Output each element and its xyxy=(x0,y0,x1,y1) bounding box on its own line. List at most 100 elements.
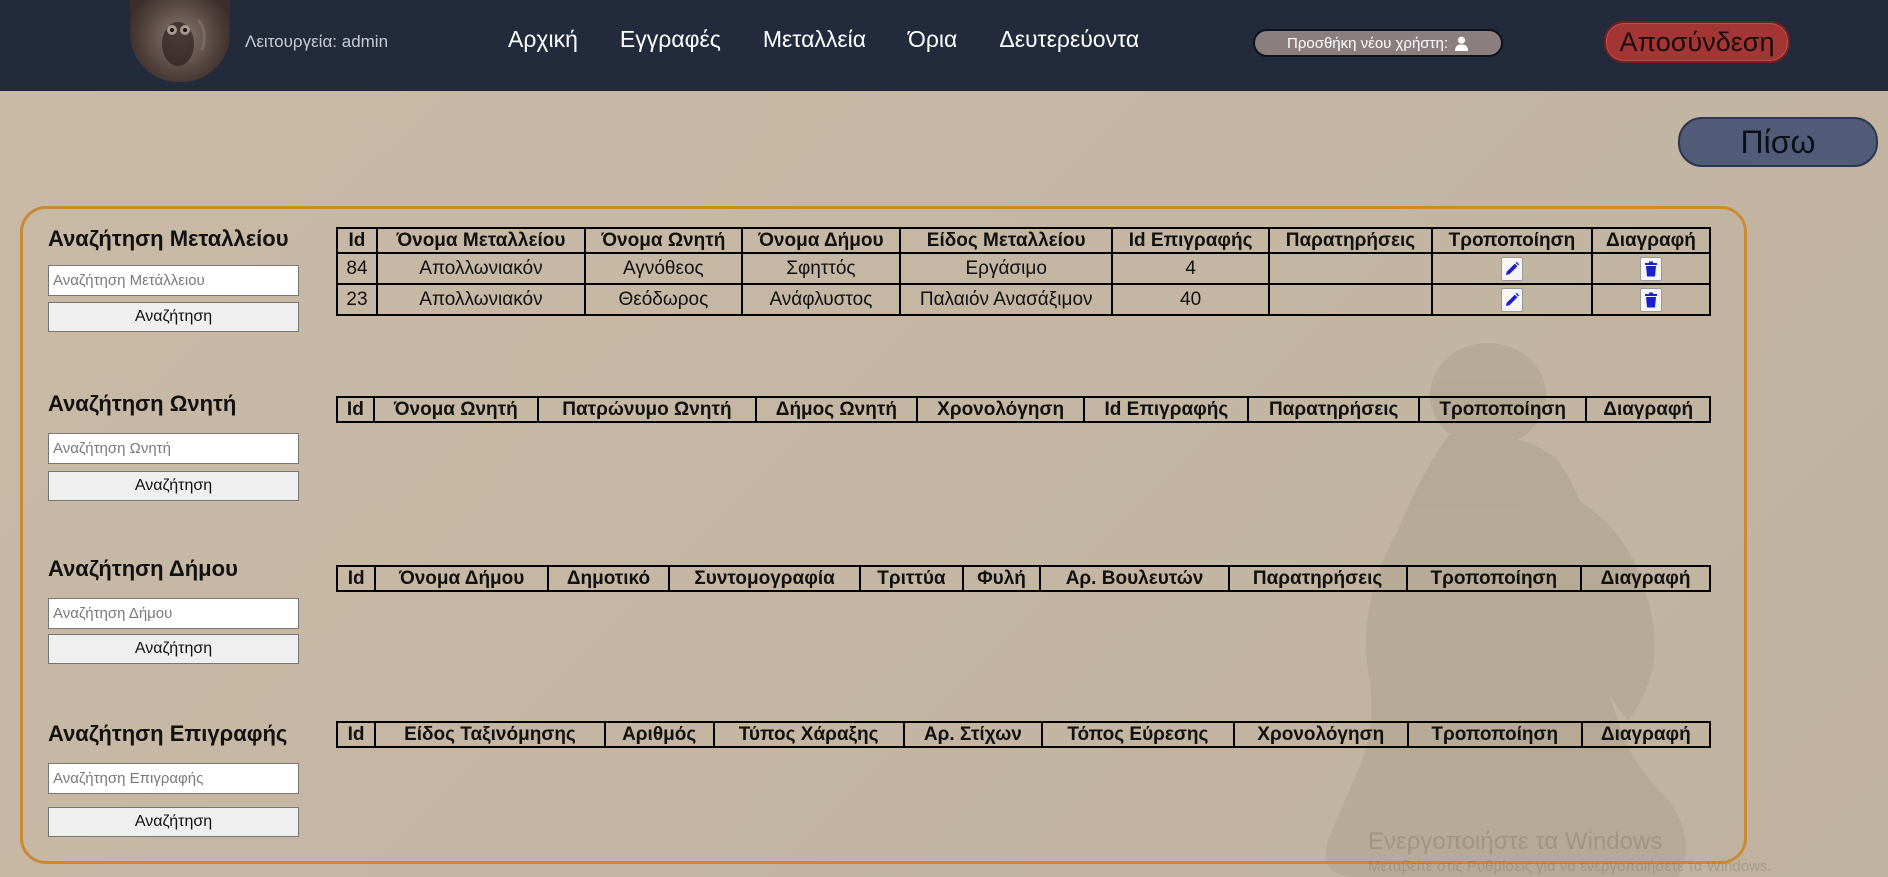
col-deme-name: Όνομα Δήμου xyxy=(740,227,902,254)
col-notes: Παρατηρήσεις xyxy=(1247,396,1421,423)
logout-button[interactable]: Αποσύνδεση xyxy=(1604,21,1790,63)
col-dating: Χρονολόγηση xyxy=(915,396,1086,423)
delete-button[interactable] xyxy=(1639,287,1662,312)
col-mine-type: Είδος Μεταλλείου xyxy=(899,227,1114,254)
nav-home[interactable]: Αρχική xyxy=(508,26,578,53)
col-councillors: Αρ. Βουλευτών xyxy=(1039,565,1230,592)
cell-buyer-name: Αγνόθεος xyxy=(583,252,743,285)
cell-mine-name: Απολλωνιακόν xyxy=(375,252,586,285)
inscriptions-table-header: Id Είδος Ταξινόμησης Αριθμός Τύπος Χάραξ… xyxy=(335,721,1712,748)
main-nav: Αρχική Εγγραφές Μεταλλεία Όρια Δευτερεύο… xyxy=(508,26,1181,53)
inscription-search-section: Αναζήτηση Επιγραφής Αναζήτηση xyxy=(48,721,299,837)
col-inscription-id: Id Επιγραφής xyxy=(1083,396,1250,423)
col-edit: Τροποποίηση xyxy=(1405,565,1583,592)
col-delete: Διαγραφή xyxy=(1585,396,1711,423)
col-dating: Χρονολόγηση xyxy=(1232,721,1409,748)
col-classification: Είδος Ταξινόμησης xyxy=(374,721,606,748)
inscription-search-title: Αναζήτηση Επιγραφής xyxy=(48,721,288,746)
col-delete: Διαγραφή xyxy=(1590,227,1712,254)
owl-icon xyxy=(162,18,206,66)
col-edit: Τροποποίηση xyxy=(1418,396,1588,423)
cell-id: 84 xyxy=(336,252,378,285)
cell-edit xyxy=(1431,252,1593,285)
mine-search-button[interactable]: Αναζήτηση xyxy=(48,302,299,332)
trash-icon xyxy=(1644,261,1657,276)
col-id: Id xyxy=(335,565,377,592)
col-id: Id xyxy=(335,721,377,748)
col-buyer-name: Όνομα Ωνητή xyxy=(583,227,743,254)
pencil-icon xyxy=(1505,261,1520,275)
pencil-icon xyxy=(1505,292,1520,306)
deme-search-title: Αναζήτηση Δήμου xyxy=(48,556,238,581)
back-button[interactable]: Πίσω xyxy=(1678,117,1878,167)
col-edit: Τροποποίηση xyxy=(1431,227,1593,254)
col-engraving-type: Τύπος Χάραξης xyxy=(712,721,905,748)
col-verses: Αρ. Στίχων xyxy=(902,721,1044,748)
buyer-search-input[interactable] xyxy=(48,433,299,464)
mine-search-title: Αναζήτηση Μεταλλείου xyxy=(48,226,289,251)
buyers-table-header: Id Όνομα Ωνητή Πατρώνυμο Ωνητή Δήμος Ωνη… xyxy=(336,396,1711,423)
cell-notes xyxy=(1267,283,1434,316)
mines-table: Id Όνομα Μεταλλείου Όνομα Ωνητή Όνομα Δή… xyxy=(336,227,1712,316)
col-demotic: Δημοτικό xyxy=(547,565,670,592)
cell-id: 23 xyxy=(336,283,378,316)
cell-buyer-name: Θεόδωρος xyxy=(583,283,743,316)
mine-search-input[interactable] xyxy=(48,265,299,296)
deme-search-button[interactable]: Αναζήτηση xyxy=(48,634,299,664)
trash-icon xyxy=(1644,292,1657,307)
delete-button[interactable] xyxy=(1639,256,1662,281)
edit-button[interactable] xyxy=(1500,287,1523,312)
table-row: 23 Απολλωνιακόν Θεόδωρος Ανάφλυστος Παλα… xyxy=(336,283,1712,316)
user-icon xyxy=(1454,36,1469,51)
cell-edit xyxy=(1431,283,1593,316)
col-tribe: Φυλή xyxy=(961,565,1042,592)
inscription-search-button[interactable]: Αναζήτηση xyxy=(48,807,299,837)
nav-records[interactable]: Εγγραφές xyxy=(620,26,721,53)
cell-notes xyxy=(1267,252,1434,285)
cell-mine-type: Εργάσιμο xyxy=(899,252,1114,285)
col-deme-name: Όνομα Δήμου xyxy=(374,565,550,592)
col-notes: Παρατηρήσεις xyxy=(1267,227,1434,254)
add-user-label: Προσθήκη νέου χρήστη: xyxy=(1286,34,1448,52)
add-user-button[interactable]: Προσθήκη νέου χρήστη: xyxy=(1253,29,1503,57)
mines-table-header: Id Όνομα Μεταλλείου Όνομα Ωνητή Όνομα Δή… xyxy=(336,227,1712,254)
buyer-search-button[interactable]: Αναζήτηση xyxy=(48,471,299,501)
col-mine-name: Όνομα Μεταλλείου xyxy=(375,227,586,254)
cell-inscription-id: 40 xyxy=(1111,283,1270,316)
deme-search-input[interactable] xyxy=(48,598,299,629)
col-trittys: Τριττύα xyxy=(859,565,964,592)
buyers-table: Id Όνομα Ωνητή Πατρώνυμο Ωνητή Δήμος Ωνη… xyxy=(336,396,1711,423)
col-notes: Παρατηρήσεις xyxy=(1227,565,1408,592)
col-id: Id xyxy=(336,396,375,423)
cell-mine-type: Παλαιόν Ανασάξιμον xyxy=(899,283,1114,316)
cell-delete xyxy=(1590,283,1712,316)
nav-secondary[interactable]: Δευτερεύοντα xyxy=(999,26,1139,53)
mine-search-section: Αναζήτηση Μεταλλείου Αναζήτηση xyxy=(48,226,299,332)
table-row: 84 Απολλωνιακόν Αγνόθεος Σφηττός Εργάσιμ… xyxy=(336,252,1712,285)
col-abbreviation: Συντομογραφία xyxy=(667,565,862,592)
role-label: Λειτουργεία: admin xyxy=(245,32,389,51)
nav-mines[interactable]: Μεταλλεία xyxy=(763,26,866,53)
owl-coin-logo[interactable] xyxy=(130,0,230,82)
buyer-search-section: Αναζήτηση Ωνητή Αναζήτηση xyxy=(48,391,299,501)
top-navbar: Λειτουργεία: admin Αρχική Εγγραφές Μεταλ… xyxy=(0,0,1888,91)
col-id: Id xyxy=(336,227,378,254)
cell-inscription-id: 4 xyxy=(1111,252,1270,285)
col-inscription-id: Id Επιγραφής xyxy=(1111,227,1270,254)
demes-table: Id Όνομα Δήμου Δημοτικό Συντομογραφία Τρ… xyxy=(335,565,1711,592)
inscription-search-input[interactable] xyxy=(48,763,299,794)
col-number: Αριθμός xyxy=(603,721,715,748)
deme-search-section: Αναζήτηση Δήμου Αναζήτηση xyxy=(48,556,299,664)
col-delete: Διαγραφή xyxy=(1580,721,1712,748)
demes-table-header: Id Όνομα Δήμου Δημοτικό Συντομογραφία Τρ… xyxy=(335,565,1711,592)
edit-button[interactable] xyxy=(1500,256,1523,281)
col-findspot: Τόπος Εύρεσης xyxy=(1041,721,1235,748)
col-buyer-name: Όνομα Ωνητή xyxy=(372,396,539,423)
cell-deme-name: Σφηττός xyxy=(740,252,902,285)
windows-activation-hint: Μεταβείτε στις Ρυθμίσεις για να ενεργοπο… xyxy=(1368,858,1772,875)
col-delete: Διαγραφή xyxy=(1580,565,1711,592)
nav-boundaries[interactable]: Όρια xyxy=(908,26,957,53)
col-edit: Τροποποίηση xyxy=(1406,721,1583,748)
col-buyer-patronymic: Πατρώνυμο Ωνητή xyxy=(536,396,757,423)
col-buyer-deme: Δήμος Ωνητή xyxy=(754,396,918,423)
